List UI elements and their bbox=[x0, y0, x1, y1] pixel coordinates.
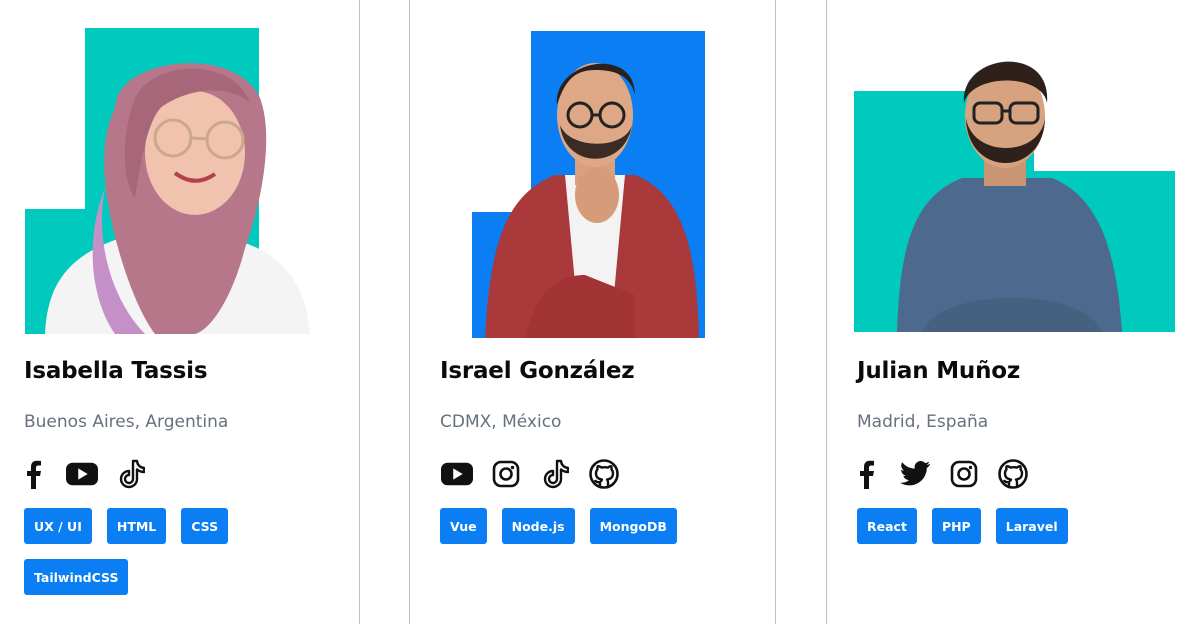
person-name: Isabella Tassis bbox=[24, 358, 208, 384]
instagram-icon[interactable] bbox=[490, 458, 522, 490]
tag-react[interactable]: React bbox=[857, 508, 917, 544]
github-icon[interactable] bbox=[588, 458, 620, 490]
team-card-israel: Israel González CDMX, México Vue Node.js… bbox=[410, 0, 775, 624]
person-name: Israel González bbox=[440, 358, 635, 384]
facebook-icon[interactable] bbox=[17, 458, 49, 490]
tiktok-icon[interactable] bbox=[115, 458, 147, 490]
person-location: Buenos Aires, Argentina bbox=[24, 412, 229, 432]
person-location: CDMX, México bbox=[440, 412, 562, 432]
tag-tailwindcss[interactable]: TailwindCSS bbox=[24, 559, 129, 595]
tag-laravel[interactable]: Laravel bbox=[995, 508, 1068, 544]
youtube-icon[interactable] bbox=[66, 458, 98, 490]
tiktok-icon[interactable] bbox=[539, 458, 571, 490]
twitter-icon[interactable] bbox=[899, 458, 931, 490]
team-card-isabella: Isabella Tassis Buenos Aires, Argentina … bbox=[0, 0, 359, 624]
team-card-julian: Julian Muñoz Madrid, España React PHP La… bbox=[827, 0, 1194, 624]
tag-ux-ui[interactable]: UX / UI bbox=[24, 508, 92, 544]
card-divider bbox=[775, 0, 776, 624]
skill-tags: Vue Node.js MongoDB bbox=[440, 508, 760, 544]
tag-html[interactable]: HTML bbox=[106, 508, 167, 544]
youtube-icon[interactable] bbox=[441, 458, 473, 490]
person-name: Julian Muñoz bbox=[857, 358, 1021, 384]
card-divider bbox=[359, 0, 360, 624]
skill-tags: UX / UI HTML CSS TailwindCSS bbox=[24, 508, 324, 595]
tag-php[interactable]: PHP bbox=[931, 508, 981, 544]
github-icon[interactable] bbox=[997, 458, 1029, 490]
tag-css[interactable]: CSS bbox=[181, 508, 229, 544]
instagram-icon[interactable] bbox=[948, 458, 980, 490]
facebook-icon[interactable] bbox=[850, 458, 882, 490]
social-links bbox=[850, 458, 1029, 490]
tag-mongodb[interactable]: MongoDB bbox=[589, 508, 677, 544]
social-links bbox=[441, 458, 620, 490]
person-location: Madrid, España bbox=[857, 412, 989, 432]
tag-nodejs[interactable]: Node.js bbox=[501, 508, 575, 544]
skill-tags: React PHP Laravel bbox=[857, 508, 1177, 544]
tag-vue[interactable]: Vue bbox=[440, 508, 487, 544]
social-links bbox=[17, 458, 147, 490]
